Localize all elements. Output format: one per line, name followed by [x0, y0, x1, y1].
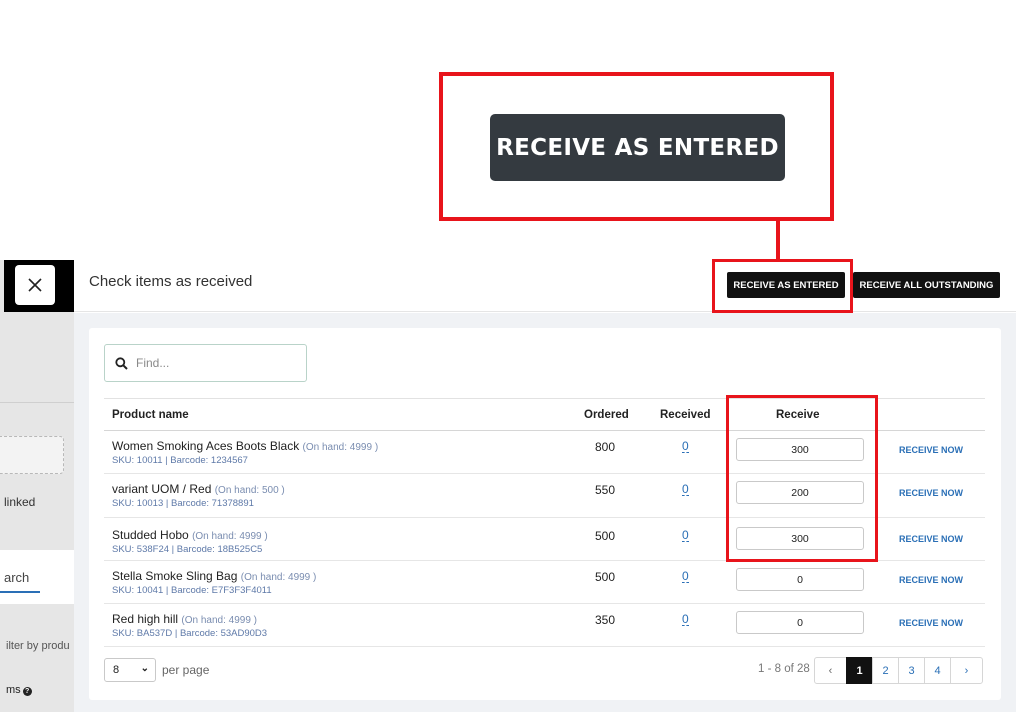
dropzone — [0, 436, 64, 474]
on-hand: (On hand: 500 ) — [214, 485, 285, 496]
product-sku: SKU: BA537D | Barcode: 53AD90D3 — [112, 628, 268, 639]
page-button[interactable]: 2 — [872, 657, 899, 684]
receive-qty-input[interactable] — [736, 568, 864, 591]
next-page-button[interactable]: › — [950, 657, 983, 684]
product-name: Red high hill (On hand: 4999 ) — [112, 612, 257, 626]
receive-now-link[interactable]: RECEIVE NOW — [899, 488, 963, 498]
linked-label: linked — [4, 495, 36, 509]
product-name: variant UOM / Red (On hand: 500 ) — [112, 482, 285, 496]
received-qty[interactable]: 0 — [682, 529, 689, 542]
product-name-text: Studded Hobo — [112, 528, 189, 542]
items-label: ms? — [6, 684, 32, 696]
background-sidebar: linked arch ilter by produ ms? — [0, 260, 74, 712]
product-name-text: Stella Smoke Sling Bag — [112, 569, 238, 583]
pagination: ‹ 1 2 3 4 › — [814, 657, 983, 684]
received-qty[interactable]: 0 — [682, 440, 689, 453]
product-sku: SKU: 10041 | Barcode: E7F3F3F4011 — [112, 585, 272, 596]
items-label-text: ms — [6, 684, 21, 696]
product-sku: SKU: 10013 | Barcode: 71378891 — [112, 498, 254, 509]
close-button[interactable] — [15, 265, 55, 305]
received-qty[interactable]: 0 — [682, 570, 689, 583]
pagination-range: 1 - 8 of 28 — [758, 663, 810, 675]
product-name-text: variant UOM / Red — [112, 482, 212, 496]
received-qty[interactable]: 0 — [682, 613, 689, 626]
ordered-qty: 550 — [594, 483, 615, 497]
ordered-qty: 800 — [594, 440, 615, 454]
search-box[interactable] — [104, 344, 307, 382]
per-page-control: 8 ⌄ per page — [104, 658, 209, 682]
product-name: Studded Hobo (On hand: 4999 ) — [112, 528, 268, 542]
search-input[interactable] — [136, 356, 286, 370]
filter-by-product-text: ilter by produ — [6, 640, 70, 652]
zoom-receive-as-entered-button[interactable]: RECEIVE AS ENTERED — [490, 114, 785, 181]
highlight-receive-as-entered — [712, 259, 853, 313]
search-icon — [115, 356, 128, 370]
on-hand: (On hand: 4999 ) — [240, 572, 317, 583]
close-icon — [28, 278, 42, 292]
on-hand: (On hand: 4999 ) — [192, 531, 268, 542]
col-received: Received — [660, 409, 711, 421]
product-name-text: Women Smoking Aces Boots Black — [112, 439, 300, 453]
help-icon[interactable]: ? — [22, 687, 32, 696]
page-button[interactable]: 3 — [898, 657, 925, 684]
received-qty[interactable]: 0 — [682, 483, 689, 496]
receive-now-link[interactable]: RECEIVE NOW — [899, 534, 963, 544]
per-page-select[interactable]: 8 ⌄ — [104, 658, 156, 682]
tab-search[interactable]: arch — [4, 570, 29, 585]
receive-now-link[interactable]: RECEIVE NOW — [899, 445, 963, 455]
receive-now-link[interactable]: RECEIVE NOW — [899, 575, 963, 585]
col-product-name: Product name — [112, 409, 189, 421]
product-sku: SKU: 538F24 | Barcode: 18B525C5 — [112, 544, 263, 555]
modal-title: Check items as received — [89, 273, 253, 290]
search-tab-area: arch — [0, 550, 74, 604]
ordered-qty: 500 — [594, 570, 615, 584]
on-hand: (On hand: 4999 ) — [181, 615, 257, 626]
receive-now-link[interactable]: RECEIVE NOW — [899, 618, 963, 628]
receive-qty-input[interactable] — [736, 611, 864, 634]
ordered-qty: 500 — [594, 529, 615, 543]
on-hand: (On hand: 4999 ) — [302, 442, 379, 453]
table-row: Stella Smoke Sling Bag (On hand: 4999 ) … — [104, 561, 985, 604]
product-name: Stella Smoke Sling Bag (On hand: 4999 ) — [112, 569, 316, 583]
product-name-text: Red high hill — [112, 612, 179, 626]
highlight-receive-column — [726, 395, 878, 562]
per-page-label: per page — [162, 663, 210, 677]
receive-all-outstanding-button[interactable]: RECEIVE ALL OUTSTANDING — [853, 272, 1000, 298]
table-row: Red high hill (On hand: 4999 ) SKU: BA53… — [104, 604, 985, 647]
callout-connector — [776, 221, 780, 259]
page-button[interactable]: 1 — [846, 657, 873, 684]
tab-underline — [0, 591, 40, 593]
ordered-qty: 350 — [594, 613, 615, 627]
divider — [0, 402, 74, 403]
prev-page-button[interactable]: ‹ — [814, 657, 847, 684]
chevron-down-icon: ⌄ — [140, 663, 149, 674]
product-sku: SKU: 10011 | Barcode: 1234567 — [112, 455, 248, 466]
page: RECEIVE AS ENTERED linked arch ilter by … — [0, 0, 1024, 712]
col-ordered: Ordered — [584, 409, 629, 421]
per-page-value: 8 — [113, 664, 120, 676]
product-name: Women Smoking Aces Boots Black (On hand:… — [112, 439, 378, 453]
page-button[interactable]: 4 — [924, 657, 951, 684]
